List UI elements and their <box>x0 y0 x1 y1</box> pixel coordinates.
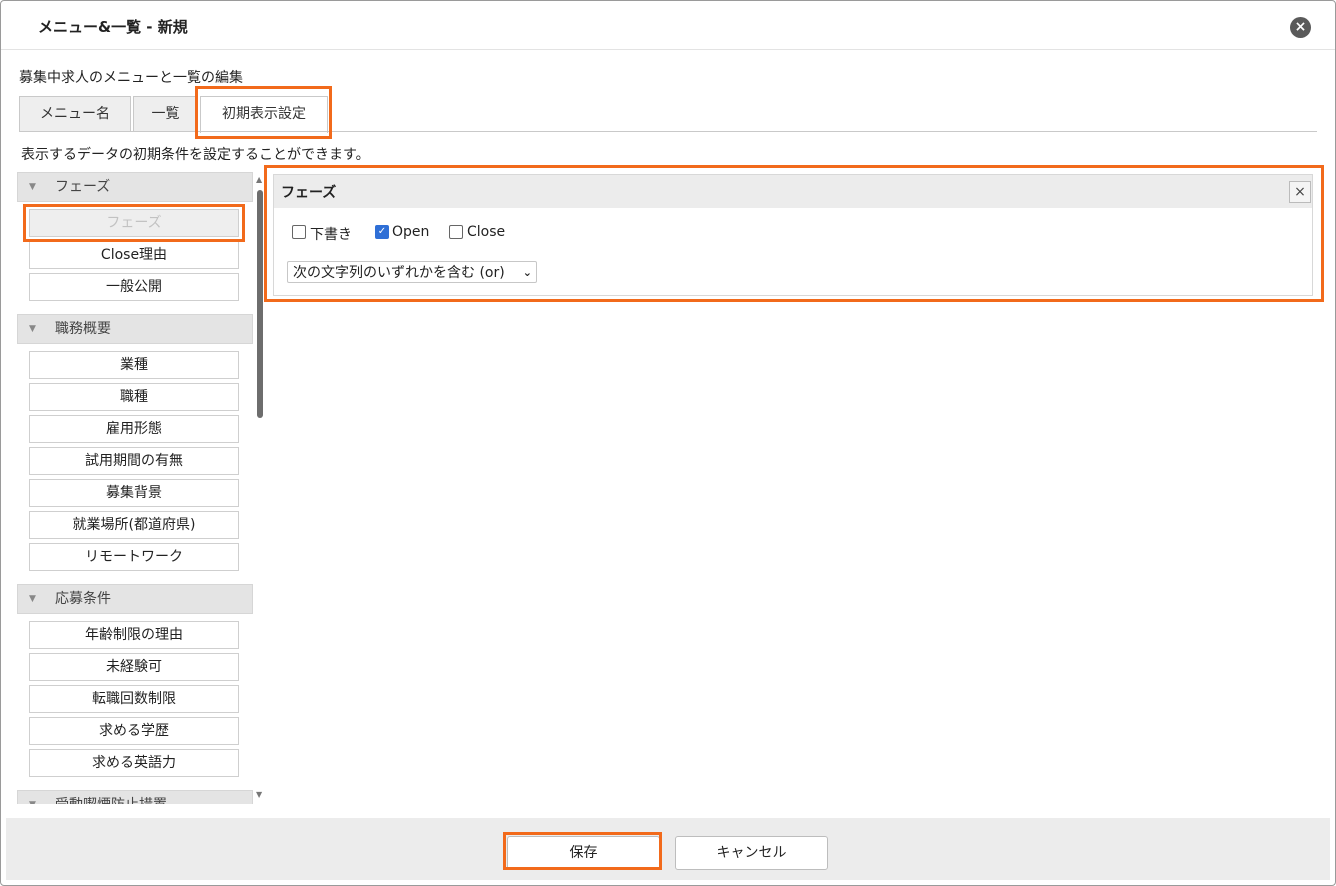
field-item-industry[interactable]: 業種 <box>29 351 239 379</box>
help-text: 表示するデータの初期条件を設定することができます。 <box>21 147 370 163</box>
close-icon[interactable]: × <box>1290 17 1311 38</box>
field-item-job-changes[interactable]: 転職回数制限 <box>29 685 239 713</box>
tab-menu-name[interactable]: メニュー名 <box>19 96 131 131</box>
dialog: メニュー&一覧 - 新規 × 募集中求人のメニューと一覧の編集 メニュー名 一覧… <box>0 0 1336 886</box>
scroll-up-icon[interactable]: ▲ <box>256 175 262 184</box>
field-item-location[interactable]: 就業場所(都道府県) <box>29 511 239 539</box>
group-requirements[interactable]: ▼ 応募条件 <box>17 584 253 614</box>
dialog-titlebar: メニュー&一覧 - 新規 × <box>1 1 1335 50</box>
dialog-description: 募集中求人のメニューと一覧の編集 <box>19 70 243 86</box>
tab-list[interactable]: 一覧 <box>133 96 198 131</box>
group-job-summary[interactable]: ▼ 職務概要 <box>17 314 253 344</box>
highlight-filter-panel <box>264 165 1324 302</box>
dialog-title: メニュー&一覧 - 新規 <box>38 18 188 36</box>
group-phase[interactable]: ▼ フェーズ <box>17 172 253 202</box>
collapse-triangle-icon: ▼ <box>29 324 36 334</box>
collapse-triangle-icon: ▼ <box>29 182 36 192</box>
field-list: ▼ フェーズ フェーズ Close理由 一般公開 ▼ 職務概要 業種 職種 雇用形態… <box>17 172 253 804</box>
cancel-button[interactable]: キャンセル <box>675 836 828 870</box>
field-item-trial[interactable]: 試用期間の有無 <box>29 447 239 475</box>
highlight-tab <box>195 86 332 139</box>
field-item-inexperienced[interactable]: 未経験可 <box>29 653 239 681</box>
highlight-save-button <box>503 832 662 870</box>
field-item-employment[interactable]: 雇用形態 <box>29 415 239 443</box>
field-item-job-type[interactable]: 職種 <box>29 383 239 411</box>
group-label: 職務概要 <box>55 321 111 337</box>
field-item-close-reason[interactable]: Close理由 <box>29 241 239 269</box>
field-item-english[interactable]: 求める英語力 <box>29 749 239 777</box>
field-item-remote[interactable]: リモートワーク <box>29 543 239 571</box>
dialog-footer <box>6 818 1330 880</box>
group-label: フェーズ <box>55 179 111 195</box>
scroll-thumb[interactable] <box>257 190 263 418</box>
highlight-selected-field <box>23 204 245 242</box>
group-label: 応募条件 <box>55 591 111 607</box>
field-item-age-reason[interactable]: 年齢制限の理由 <box>29 621 239 649</box>
field-item-background[interactable]: 募集背景 <box>29 479 239 507</box>
collapse-triangle-icon: ▼ <box>29 594 36 604</box>
group-smoking[interactable]: ▼ 受動喫煙防止措置 <box>17 790 253 804</box>
group-label: 受動喫煙防止措置 <box>55 791 167 804</box>
field-item-education[interactable]: 求める学歴 <box>29 717 239 745</box>
field-item-public[interactable]: 一般公開 <box>29 273 239 301</box>
collapse-triangle-icon: ▼ <box>29 791 36 804</box>
scroll-down-icon[interactable]: ▼ <box>256 790 262 799</box>
